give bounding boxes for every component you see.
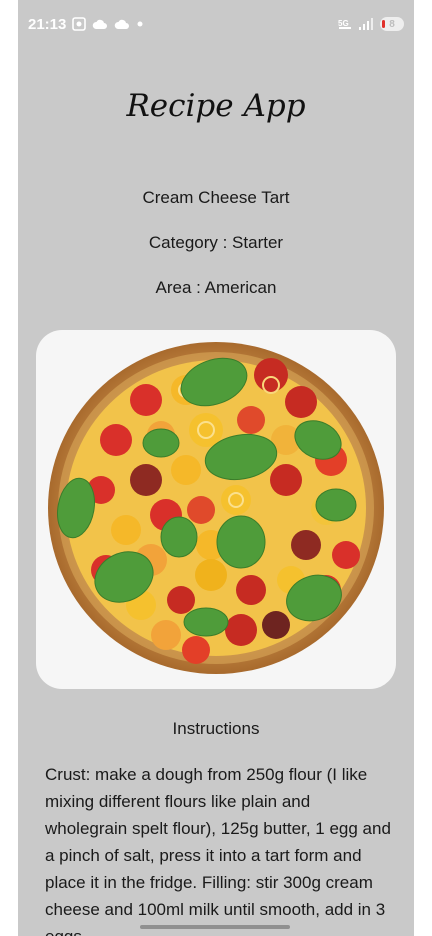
cloud-icon: [92, 18, 108, 30]
instructions-text: Crust: make a dough from 250g flour (I l…: [45, 765, 391, 936]
screenshot-icon: [72, 17, 87, 31]
instructions-heading: Instructions: [172, 719, 260, 738]
home-indicator[interactable]: [140, 925, 290, 929]
dot-icon: [136, 20, 144, 28]
cloud-icon: [114, 18, 130, 30]
5g-icon: 5G: [338, 17, 352, 31]
tart-image: [48, 342, 384, 674]
phone-screen: 21:13 5G 8 Recipe App Cream Cheese Tart …: [18, 0, 414, 936]
recipe-image: [36, 330, 396, 689]
status-bar: 21:13 5G 8: [18, 0, 414, 48]
signal-icon: [358, 17, 374, 31]
battery-level: 8: [389, 18, 395, 30]
app-title: Recipe App: [126, 88, 306, 124]
status-time: 21:13: [28, 15, 67, 33]
recipe-category: Category : Starter: [148, 233, 284, 252]
recipe-name: Cream Cheese Tart: [142, 188, 290, 207]
battery-icon: 8: [380, 17, 404, 31]
recipe-area: Area : American: [155, 278, 277, 297]
svg-text:5G: 5G: [338, 19, 349, 28]
